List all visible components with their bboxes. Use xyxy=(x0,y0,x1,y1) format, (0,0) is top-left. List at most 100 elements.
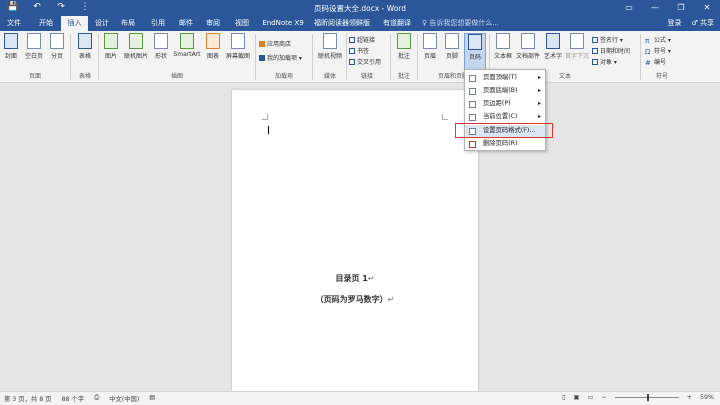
tab-home[interactable]: 开始 xyxy=(32,16,60,31)
date-time-button[interactable]: 日期和时间 xyxy=(592,46,630,55)
margin-corner-mark xyxy=(442,114,448,120)
read-mode-icon[interactable]: ▯ xyxy=(562,394,565,401)
close-button[interactable]: ✕ xyxy=(694,0,720,16)
link-icon xyxy=(349,37,355,43)
group-divider xyxy=(70,34,71,80)
print-layout-icon[interactable]: ▣ xyxy=(574,394,580,401)
ribbon-insert: 封面 空白页 分页 页面 表格 表格 图片 联机图片 形状 SmartArt 图… xyxy=(0,31,720,83)
document-heading[interactable]: 目录页 1↵ xyxy=(232,273,478,284)
menu-item-bottom-of-page[interactable]: 页面底端(B) ▸ xyxy=(465,85,545,97)
ribbon-tabs: 文件 开始 插入 设计 布局 引用 邮件 审阅 视图 EndNote X9 福昕… xyxy=(0,16,720,31)
group-divider xyxy=(255,34,256,80)
zoom-level[interactable]: 59% xyxy=(700,394,714,401)
tab-youdao[interactable]: 有道翻译 xyxy=(378,16,416,31)
tab-view[interactable]: 视图 xyxy=(230,16,254,31)
menu-item-page-margins[interactable]: 页边距(P) ▸ xyxy=(465,98,545,110)
equation-button[interactable]: π 公式 ▾ xyxy=(645,35,671,45)
picture-button[interactable]: 图片 xyxy=(102,33,120,60)
tab-file[interactable]: 文件 xyxy=(0,16,28,31)
ribbon-display-button[interactable]: ▭ xyxy=(616,0,642,16)
cover-page-button[interactable]: 封面 xyxy=(3,33,19,60)
language-status[interactable]: 中文(中国) xyxy=(109,394,139,403)
quick-parts-button[interactable]: 文档部件 xyxy=(516,33,540,60)
menu-item-remove-page-numbers[interactable]: 删除页码(R) xyxy=(465,138,545,150)
document-subtitle[interactable]: （页码为罗马数字）↵ xyxy=(232,294,478,305)
smartart-button[interactable]: SmartArt xyxy=(172,33,202,58)
current-position-icon xyxy=(469,114,476,121)
calendar-icon xyxy=(592,48,598,54)
signature-line-button[interactable]: 签名行 ▾ xyxy=(592,35,623,44)
object-button[interactable]: 对象 ▾ xyxy=(592,57,617,66)
object-icon xyxy=(592,59,598,65)
blank-page-button[interactable]: 空白页 xyxy=(23,33,45,60)
camera-icon xyxy=(231,33,245,49)
comment-icon xyxy=(397,33,411,49)
zoom-slider[interactable] xyxy=(614,394,679,401)
table-button[interactable]: 表格 xyxy=(76,33,94,60)
bookmark-button[interactable]: 书签 xyxy=(349,46,369,55)
zoom-slider-thumb[interactable] xyxy=(646,394,649,401)
comment-button[interactable]: 批注 xyxy=(394,33,414,60)
submenu-arrow-icon: ▸ xyxy=(537,87,541,94)
group-label-links: 链接 xyxy=(360,73,373,80)
group-divider xyxy=(640,34,641,80)
shapes-icon xyxy=(154,33,168,49)
web-layout-icon[interactable]: ▭ xyxy=(587,394,593,401)
page-break-button[interactable]: 分页 xyxy=(48,33,66,60)
online-picture-button[interactable]: 联机图片 xyxy=(122,33,150,60)
proofing-icon[interactable]: ⎙ xyxy=(94,394,99,403)
menu-item-current-position[interactable]: 当前位置(C) ▸ xyxy=(465,111,545,123)
tab-review[interactable]: 审阅 xyxy=(201,16,225,31)
page-number-button[interactable]: 页码 xyxy=(464,33,486,73)
page-break-icon xyxy=(50,33,64,49)
macro-icon[interactable]: ▤ xyxy=(149,394,155,403)
tab-mailings[interactable]: 邮件 xyxy=(174,16,198,31)
word-count-status[interactable]: 88 个字 xyxy=(62,394,85,403)
tab-insert[interactable]: 插入 xyxy=(61,16,88,31)
zoom-in-button[interactable]: + xyxy=(687,394,692,401)
table-icon xyxy=(78,33,92,49)
number-button[interactable]: # 编号 xyxy=(645,57,666,67)
tab-design[interactable]: 设计 xyxy=(90,16,114,31)
zoom-out-button[interactable]: − xyxy=(601,394,606,401)
submenu-arrow-icon: ▸ xyxy=(537,74,541,81)
my-addins-button[interactable]: 我的加载项 ▾ xyxy=(259,53,302,62)
header-button[interactable]: 页眉 xyxy=(420,33,440,60)
document-workspace: 目录页 1↵ （页码为罗马数字）↵ xyxy=(0,84,720,391)
share-button[interactable]: ♂ 共享 xyxy=(691,16,714,31)
signature-icon xyxy=(592,37,598,43)
wordart-button[interactable]: 艺术字 xyxy=(542,33,564,60)
text-cursor xyxy=(268,126,269,134)
footer-button[interactable]: 页脚 xyxy=(442,33,462,60)
store-button[interactable]: 应用商店 xyxy=(259,39,291,48)
shapes-button[interactable]: 形状 xyxy=(152,33,170,60)
margin-corner-mark xyxy=(262,114,268,120)
tab-foxit[interactable]: 福昕阅读器领鲜版 xyxy=(310,16,374,31)
chart-button[interactable]: 图表 xyxy=(204,33,222,60)
textbox-button[interactable]: 文本框 xyxy=(492,33,514,60)
hyperlink-button[interactable]: 超链接 xyxy=(349,35,375,44)
tab-layout[interactable]: 布局 xyxy=(116,16,140,31)
video-icon xyxy=(323,33,337,49)
chart-icon xyxy=(206,33,220,49)
group-label-comments: 批注 xyxy=(397,73,410,80)
login-link[interactable]: 登录 xyxy=(667,16,681,31)
screenshot-button[interactable]: 屏幕截图 xyxy=(224,33,252,60)
cross-reference-button[interactable]: 交叉引用 xyxy=(349,57,381,66)
tab-references[interactable]: 引用 xyxy=(146,16,170,31)
group-divider xyxy=(312,34,313,80)
symbol-button[interactable]: Ω 符号 ▾ xyxy=(645,46,671,56)
page-margins-icon xyxy=(469,101,476,108)
minimize-button[interactable]: — xyxy=(642,0,668,16)
menu-item-top-of-page[interactable]: 页面顶端(T) ▸ xyxy=(465,72,545,84)
wordart-icon xyxy=(546,33,560,49)
tab-endnote[interactable]: EndNote X9 xyxy=(260,16,306,31)
number-icon: # xyxy=(645,59,651,67)
page-count-status[interactable]: 第 3 页，共 8 页 xyxy=(4,394,52,403)
page-number-menu: 页面顶端(T) ▸ 页面底端(B) ▸ 页边距(P) ▸ 当前位置(C) ▸ 设置页码格… xyxy=(464,69,546,151)
online-video-button[interactable]: 联机视频 xyxy=(316,33,344,60)
tell-me-search[interactable]: ♀ 告诉我您想要做什么... xyxy=(422,16,499,31)
restore-button[interactable]: ❐ xyxy=(668,0,694,16)
document-page[interactable]: 目录页 1↵ （页码为罗马数字）↵ xyxy=(232,90,478,391)
drop-cap-button[interactable]: 首字下沉 xyxy=(565,33,589,60)
